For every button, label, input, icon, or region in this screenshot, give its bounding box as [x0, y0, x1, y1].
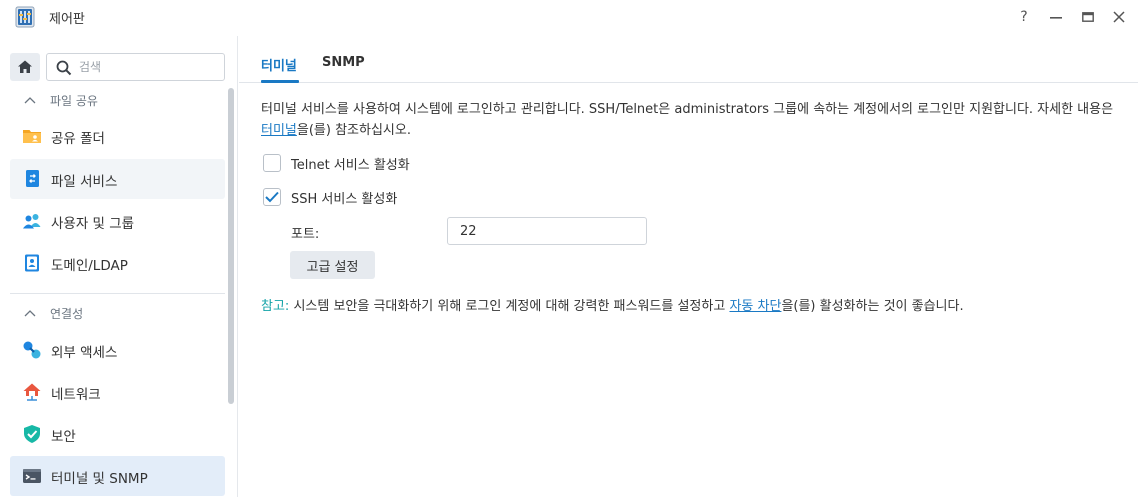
sidebar-item-label: 파일 서비스	[51, 174, 118, 190]
terminal-icon	[23, 469, 41, 483]
terminal-description: 터미널 서비스를 사용하여 시스템에 로그인하고 관리합니다. SSH/Teln…	[261, 99, 1121, 141]
checkmark-icon	[265, 191, 279, 203]
port-input[interactable]	[447, 217, 647, 245]
maximize-icon	[1082, 12, 1094, 22]
minimize-icon	[1050, 17, 1062, 19]
title-bar: 제어판 ?	[0, 0, 1138, 36]
section-file-sharing[interactable]: 파일 공유	[24, 90, 98, 110]
security-shield-icon	[24, 425, 40, 443]
sidebar-item-users-groups[interactable]: 사용자 및 그룹	[10, 201, 225, 241]
network-icon	[23, 383, 41, 401]
minimize-button[interactable]	[1045, 7, 1067, 27]
note-label: 참고:	[261, 299, 290, 314]
section-title: 연결성	[50, 306, 84, 321]
sidebar-item-label: 네트워크	[51, 387, 101, 403]
sidebar-item-label: 도메인/LDAP	[51, 258, 128, 274]
control-panel-icon	[15, 6, 35, 28]
window-title: 제어판	[49, 12, 85, 27]
main-panel: 터미널 SNMP 터미널 서비스를 사용하여 시스템에 로그인하고 관리합니다.…	[239, 36, 1138, 497]
tab-snmp[interactable]: SNMP	[322, 55, 365, 70]
shared-folder-icon	[23, 130, 41, 143]
sidebar-item-terminal-snmp[interactable]: 터미널 및 SNMP	[10, 456, 225, 496]
tab-bar: 터미널 SNMP	[239, 36, 1138, 83]
file-services-icon	[26, 170, 39, 187]
sidebar-item-security[interactable]: 보안	[10, 414, 225, 454]
sidebar-item-label: 사용자 및 그룹	[51, 216, 135, 232]
ssh-enable-row[interactable]: SSH 서비스 활성화	[263, 187, 397, 207]
sidebar-item-domain-ldap[interactable]: 도메인/LDAP	[10, 243, 225, 283]
maximize-button[interactable]	[1077, 7, 1099, 27]
sidebar-item-label: 공유 폴더	[51, 131, 105, 147]
home-icon	[18, 60, 32, 73]
description-text: 터미널 서비스를 사용하여 시스템에 로그인하고 관리합니다. SSH/Teln…	[261, 102, 1114, 117]
port-label: 포트:	[291, 227, 320, 242]
help-icon: ?	[1020, 9, 1028, 25]
domain-ldap-icon	[25, 254, 39, 272]
sidebar: 파일 공유 공유 폴더 파일 서비스 사용자 및 그룹	[0, 36, 238, 497]
sidebar-scrollbar[interactable]	[228, 88, 234, 404]
close-icon	[1113, 11, 1125, 23]
telnet-enable-row[interactable]: Telnet 서비스 활성화	[263, 153, 410, 173]
home-button[interactable]	[10, 53, 40, 81]
chevron-up-icon	[24, 94, 40, 107]
sidebar-item-file-services[interactable]: 파일 서비스	[10, 159, 225, 199]
telnet-enable-label: Telnet 서비스 활성화	[291, 157, 410, 173]
section-connectivity[interactable]: 연결성	[24, 303, 83, 323]
note-text: 시스템 보안을 극대화하기 위해 로그인 계정에 대해 강력한 패스워드를 설정…	[289, 299, 730, 314]
auto-block-link[interactable]: 자동 차단	[729, 299, 781, 314]
sidebar-item-shared-folder[interactable]: 공유 폴더	[10, 116, 225, 156]
security-note: 참고: 시스템 보안을 극대화하기 위해 로그인 계정에 대해 강력한 패스워드…	[261, 295, 1121, 314]
external-access-icon	[23, 341, 41, 359]
sidebar-divider	[10, 293, 225, 294]
chevron-up-icon	[24, 307, 40, 320]
telnet-enable-checkbox[interactable]	[263, 154, 281, 172]
sidebar-item-label: 보안	[51, 429, 76, 445]
sidebar-item-label: 외부 액세스	[51, 345, 118, 361]
search-icon	[56, 60, 72, 76]
ssh-enable-label: SSH 서비스 활성화	[291, 191, 398, 207]
tab-terminal[interactable]: 터미널	[261, 55, 297, 74]
users-icon	[23, 214, 41, 229]
ssh-enable-checkbox[interactable]	[263, 188, 281, 206]
sidebar-item-network[interactable]: 네트워크	[10, 372, 225, 412]
sidebar-item-external-access[interactable]: 외부 액세스	[10, 330, 225, 370]
terminal-help-link[interactable]: 터미널	[261, 123, 297, 138]
section-title: 파일 공유	[50, 93, 98, 108]
description-text-end: 을(를) 참조하십시오.	[296, 123, 411, 138]
sidebar-item-label: 터미널 및 SNMP	[51, 471, 148, 487]
search-input[interactable]	[79, 57, 219, 77]
advanced-settings-button[interactable]: 고급 설정	[290, 251, 375, 279]
close-button[interactable]	[1108, 7, 1130, 27]
note-text-end: 을(를) 활성화하는 것이 좋습니다.	[781, 299, 964, 314]
active-tab-indicator	[261, 80, 299, 83]
help-button[interactable]: ?	[1013, 7, 1035, 27]
search-box[interactable]	[46, 53, 225, 81]
